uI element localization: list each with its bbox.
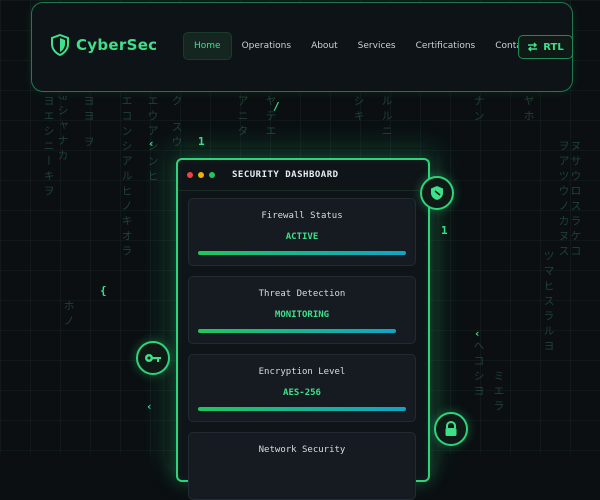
brand-logo[interactable]: CyberSec: [50, 34, 157, 56]
nav-item-certifications[interactable]: Certifications: [406, 33, 486, 59]
progress-fill: [198, 251, 406, 255]
progress-bar: [198, 407, 406, 411]
nav-item-home[interactable]: Home: [183, 32, 232, 60]
card-value: MONITORING: [274, 310, 330, 320]
window-close-dot[interactable]: [187, 172, 193, 178]
status-card-firewall: Firewall Status ACTIVE: [188, 198, 416, 266]
matrix-rain-column: ｦシャナカ: [56, 95, 69, 165]
floating-shield-badge: [420, 176, 454, 210]
matrix-rain-column: ヌサウロスラケコ: [569, 140, 582, 260]
rtl-label: RTL: [543, 41, 564, 53]
nav-item-about[interactable]: About: [301, 33, 348, 59]
matrix-rain-column: ツマヒスラルヨ: [542, 250, 555, 355]
shield-icon: [51, 34, 69, 56]
progress-bar: [198, 329, 406, 333]
matrix-rain-column: ヤホ: [522, 95, 535, 125]
card-label: Encryption Level: [258, 367, 346, 377]
matrix-rain-column: シキ: [352, 95, 365, 125]
card-value: AES-256: [283, 388, 321, 398]
matrix-rain-column: ホノ: [62, 300, 75, 330]
card-label: Firewall Status: [261, 211, 343, 221]
nav-item-operations[interactable]: Operations: [232, 33, 301, 59]
matrix-rain-column: アニタ: [236, 95, 249, 140]
nav-item-services[interactable]: Services: [348, 33, 406, 59]
window-maximize-dot[interactable]: [209, 172, 215, 178]
dashboard-title: SECURITY DASHBOARD: [232, 170, 339, 180]
floating-lock-badge: [434, 412, 468, 446]
matrix-accent-glyph: ‹: [146, 400, 153, 413]
matrix-rain-column: ヨヨ ヲ: [82, 95, 95, 151]
matrix-accent-glyph: 1: [441, 224, 448, 237]
matrix-accent-glyph: /: [273, 100, 280, 113]
brand-name: CyberSec: [76, 36, 158, 54]
swap-arrows-icon: [528, 42, 538, 52]
matrix-rain-column: ナン: [472, 95, 485, 125]
matrix-rain-column: ヘコシヨ: [472, 340, 485, 400]
main-nav: Home Operations About Services Certifica…: [183, 32, 540, 60]
status-card-network-security: Network Security: [188, 432, 416, 500]
matrix-accent-glyph: {: [100, 284, 107, 297]
key-icon: [145, 354, 161, 362]
navbar: CyberSec Home Operations About Services …: [31, 2, 573, 92]
matrix-accent-glyph: ‹: [474, 327, 481, 340]
lock-icon: [445, 421, 457, 436]
progress-bar: [198, 251, 406, 255]
card-label: Threat Detection: [258, 289, 346, 299]
security-dashboard-panel: SECURITY DASHBOARD Firewall Status ACTIV…: [176, 158, 430, 500]
card-value: ACTIVE: [285, 232, 319, 242]
matrix-rain-column: ルルニ: [380, 95, 393, 140]
matrix-rain-column: エコンシアルヒノキオラ: [120, 95, 133, 260]
floating-key-badge: [136, 341, 170, 375]
window-minimize-dot[interactable]: [198, 172, 204, 178]
progress-fill: [198, 329, 396, 333]
status-card-threat-detection: Threat Detection MONITORING: [188, 276, 416, 344]
matrix-accent-glyph: ‹: [148, 137, 155, 150]
matrix-rain-column: ク スウ: [170, 95, 183, 151]
shield-icon: [431, 186, 443, 200]
rtl-toggle-button[interactable]: RTL: [518, 35, 573, 59]
progress-fill: [198, 407, 406, 411]
dashboard-header: SECURITY DASHBOARD: [178, 160, 428, 191]
matrix-rain-column: ミエラ: [492, 370, 505, 415]
status-card-encryption: Encryption Level AES-256: [188, 354, 416, 422]
